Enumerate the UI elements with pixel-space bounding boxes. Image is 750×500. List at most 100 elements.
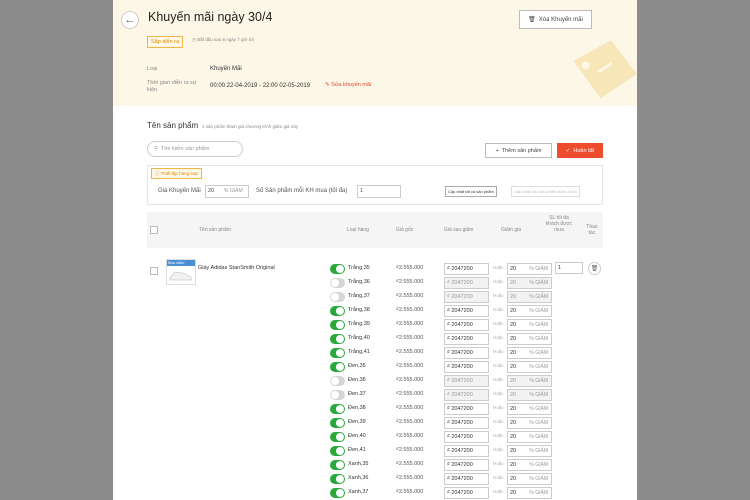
toggle-knob: [331, 293, 339, 301]
variant-toggle[interactable]: [330, 474, 345, 484]
edit-label: Sửa khuyến mãi: [331, 82, 372, 88]
bulk-discount-label: Giá Khuyến Mãi: [158, 188, 201, 194]
toggle-knob: [336, 447, 344, 455]
discount-unit: % GIẢM: [529, 294, 548, 300]
variant-toggle[interactable]: [330, 348, 345, 358]
discount-unit: % GIẢM: [529, 378, 548, 384]
sale-price-input[interactable]: ₫ 2047200: [444, 319, 489, 331]
toggle-knob: [331, 377, 339, 385]
variant-toggle[interactable]: [330, 432, 345, 442]
discount-input[interactable]: 20 % GIẢM: [507, 375, 552, 387]
delete-promotion-button[interactable]: 🗑 Xóa Khuyến mãi: [519, 10, 592, 29]
sale-price-input[interactable]: ₫ 2047200: [444, 305, 489, 317]
sale-price-input[interactable]: ₫ 2047200: [444, 361, 489, 373]
variant-toggle[interactable]: [330, 404, 345, 414]
variant-toggle[interactable]: [330, 390, 345, 400]
toggle-knob: [336, 475, 344, 483]
add-product-button[interactable]: + Thêm sản phẩm: [485, 143, 552, 158]
discount-unit: % GIẢM: [529, 490, 548, 496]
variant-row: Trắng,36 ₫2.555.000 ₫ 2047200 Hoặc 20 % GIẢM: [113, 276, 637, 290]
bulk-limit-input[interactable]: 1: [357, 185, 401, 198]
discount-input[interactable]: 20 % GIẢM: [507, 445, 552, 457]
sale-price-input[interactable]: ₫ 2047200: [444, 403, 489, 415]
update-selected-button[interactable]: Cập nhật các sản phẩm được chọn: [511, 186, 580, 197]
sale-price-input[interactable]: ₫ 2047200: [444, 277, 489, 289]
variant-row: Đen,41 ₫2.555.000 ₫ 2047200 Hoặc 20 % GIẢM: [113, 444, 637, 458]
discount-input[interactable]: 20 % GIẢM: [507, 389, 552, 401]
discount-input[interactable]: 20 % GIẢM: [507, 487, 552, 499]
variant-toggle[interactable]: [330, 446, 345, 456]
original-price: ₫2.555.000: [396, 335, 424, 341]
toggle-knob: [336, 335, 344, 343]
sale-price-input[interactable]: ₫ 2047200: [444, 417, 489, 429]
done-label: Hoàn tất: [573, 147, 595, 154]
variant-name: Đen,38: [348, 405, 366, 411]
status-badge: Sắp diễn ra: [147, 36, 184, 48]
discount-input[interactable]: 20 % GIẢM: [507, 347, 552, 359]
edit-promotion-link[interactable]: ✎ Sửa khuyến mãi: [325, 82, 371, 88]
update-all-button[interactable]: Cập nhật tất cả sản phẩm: [445, 186, 497, 197]
original-price: ₫2.555.000: [396, 461, 424, 467]
discount-input[interactable]: 20 % GIẢM: [507, 473, 552, 485]
or-label: Hoặc: [493, 293, 504, 298]
variant-row: Trắng,41 ₫2.555.000 ₫ 2047200 Hoặc 20 % GIẢM: [113, 346, 637, 360]
original-price: ₫2.555.000: [396, 447, 424, 453]
toggle-knob: [336, 363, 344, 371]
original-price: ₫2.555.000: [396, 419, 424, 425]
discount-input[interactable]: 20 % GIẢM: [507, 431, 552, 443]
discount-input[interactable]: 20 % GIẢM: [507, 291, 552, 303]
variant-toggle[interactable]: [330, 488, 345, 498]
variant-row: Xanh,36 ₫2.555.000 ₫ 2047200 Hoặc 20 % GIẢM: [113, 472, 637, 486]
or-label: Hoặc: [493, 335, 504, 340]
bulk-discount-value: 20: [208, 188, 215, 194]
sale-price-input[interactable]: ₫ 2047200: [444, 473, 489, 485]
variant-name: Xanh,37: [348, 489, 369, 495]
sale-price-input[interactable]: ₫ 2047200: [444, 263, 489, 275]
arrow-left-icon: ←: [124, 14, 136, 26]
toggle-knob: [336, 265, 344, 273]
or-label: Hoặc: [493, 391, 504, 396]
variant-toggle[interactable]: [330, 264, 345, 274]
variant-toggle[interactable]: [330, 376, 345, 386]
variant-toggle[interactable]: [330, 320, 345, 330]
discount-input[interactable]: 20 % GIẢM: [507, 305, 552, 317]
discount-value: 20: [510, 378, 517, 384]
select-all-checkbox[interactable]: [150, 226, 158, 234]
variant-toggle[interactable]: [330, 334, 345, 344]
pencil-icon: ✎: [325, 82, 330, 88]
discount-input[interactable]: 20 % GIẢM: [507, 417, 552, 429]
sale-price-input[interactable]: ₫ 2047200: [444, 431, 489, 443]
variant-toggle[interactable]: [330, 306, 345, 316]
sale-price-input[interactable]: ₫ 2047200: [444, 459, 489, 471]
header-panel: ← Khuyến mãi ngày 30/4 Sắp diễn ra ◷ Bắt…: [113, 0, 637, 106]
sale-price-input[interactable]: ₫ 2047200: [444, 389, 489, 401]
sale-price-input[interactable]: ₫ 2047200: [444, 375, 489, 387]
sale-price-input[interactable]: ₫ 2047200: [444, 347, 489, 359]
discount-input[interactable]: 20 % GIẢM: [507, 263, 552, 275]
variant-toggle[interactable]: [330, 460, 345, 470]
back-button[interactable]: ←: [121, 11, 139, 29]
sale-price-input[interactable]: ₫ 2047200: [444, 487, 489, 499]
discount-value: 20: [510, 448, 517, 454]
variant-toggle[interactable]: [330, 292, 345, 302]
done-button[interactable]: ✓ Hoàn tất: [557, 143, 603, 158]
original-price: ₫2.555.000: [396, 391, 424, 397]
discount-input[interactable]: 20 % GIẢM: [507, 319, 552, 331]
sale-price-input[interactable]: ₫ 2047200: [444, 445, 489, 457]
discount-input[interactable]: 20 % GIẢM: [507, 403, 552, 415]
variant-toggle[interactable]: [330, 362, 345, 372]
variant-name: Trắng,37: [348, 293, 370, 299]
discount-input[interactable]: 20 % GIẢM: [507, 361, 552, 373]
variant-toggle[interactable]: [330, 418, 345, 428]
search-input[interactable]: ⚲ Tìm kiếm sản phẩm: [147, 141, 243, 157]
discount-input[interactable]: 20 % GIẢM: [507, 459, 552, 471]
original-price: ₫2.555.000: [396, 265, 424, 271]
toggle-knob: [336, 489, 344, 497]
discount-input[interactable]: 20 % GIẢM: [507, 277, 552, 289]
discount-input[interactable]: 20 % GIẢM: [507, 333, 552, 345]
bulk-discount-input[interactable]: 20 % GIẢM: [205, 185, 249, 198]
or-label: Hoặc: [493, 265, 504, 270]
variant-toggle[interactable]: [330, 278, 345, 288]
sale-price-input[interactable]: ₫ 2047200: [444, 333, 489, 345]
sale-price-input[interactable]: ₫ 2047200: [444, 291, 489, 303]
